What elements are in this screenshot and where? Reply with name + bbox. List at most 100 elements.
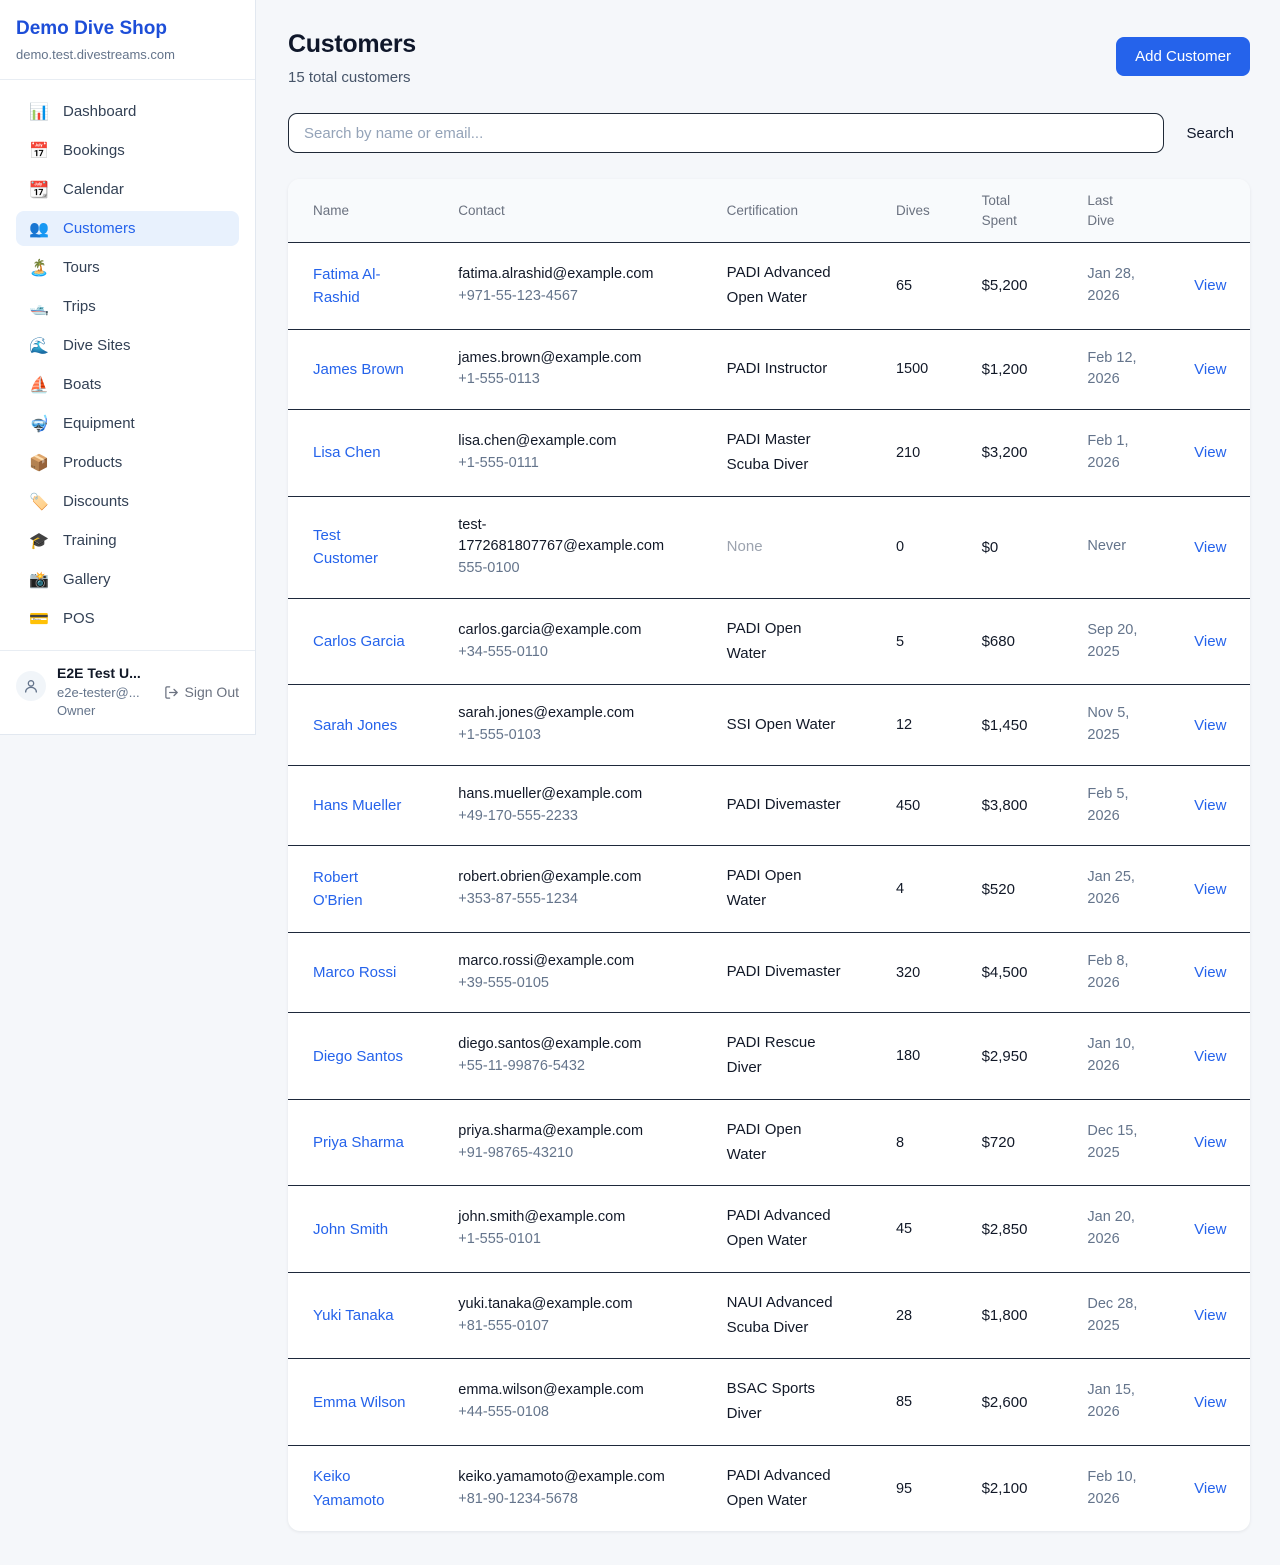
view-link[interactable]: View	[1194, 539, 1226, 556]
view-link[interactable]: View	[1194, 1480, 1226, 1497]
customer-actions-cell: View	[1194, 846, 1250, 933]
view-link[interactable]: View	[1194, 1048, 1226, 1065]
customer-name-link[interactable]: Test Customer	[313, 524, 407, 571]
customer-name-link[interactable]: Emma Wilson	[313, 1391, 406, 1414]
customer-actions-cell: View	[1194, 598, 1250, 685]
customer-total-spent-cell: $5,200	[982, 243, 1088, 330]
sidebar-item-dive-sites[interactable]: 🌊 Dive Sites	[16, 328, 239, 363]
view-link[interactable]: View	[1194, 1307, 1226, 1324]
table-row: Lisa Chen lisa.chen@example.com +1-555-0…	[288, 410, 1250, 497]
customer-name-link[interactable]: Sarah Jones	[313, 714, 397, 737]
customer-certification: PADI Advanced Open Water	[727, 1464, 845, 1514]
sidebar-item-boats[interactable]: ⛵ Boats	[16, 367, 239, 402]
customer-certification-cell: PADI Open Water	[727, 598, 896, 685]
customer-phone: +1-555-0101	[458, 1229, 716, 1251]
customer-name-cell: Sarah Jones	[288, 685, 458, 766]
customer-total-spent-cell: $520	[982, 846, 1088, 933]
customer-certification: BSAC Sports Diver	[727, 1377, 845, 1427]
table-body: Fatima Al-Rashid fatima.alrashid@example…	[288, 243, 1250, 1532]
sidebar-item-calendar[interactable]: 📆 Calendar	[16, 172, 239, 207]
sidebar-item-trips[interactable]: 🛥️ Trips	[16, 289, 239, 324]
customer-name-cell: Lisa Chen	[288, 410, 458, 497]
customer-certification: PADI Divemaster	[727, 793, 841, 818]
customer-actions-cell: View	[1194, 1186, 1250, 1273]
sidebar-item-tours[interactable]: 🏝️ Tours	[16, 250, 239, 285]
sidebar-item-customers[interactable]: 👥 Customers	[16, 211, 239, 246]
customer-phone: +55-11-99876-5432	[458, 1056, 716, 1078]
customer-dives-cell: 65	[896, 243, 982, 330]
customer-actions-cell: View	[1194, 765, 1250, 846]
sidebar-item-gallery[interactable]: 📸 Gallery	[16, 562, 239, 597]
add-customer-button[interactable]: Add Customer	[1116, 37, 1250, 76]
customer-name-link[interactable]: Priya Sharma	[313, 1131, 404, 1154]
customer-name-link[interactable]: Robert O'Brien	[313, 866, 407, 913]
customer-certification-cell: PADI Divemaster	[727, 765, 896, 846]
view-link[interactable]: View	[1194, 1394, 1226, 1411]
customer-email: john.smith@example.com	[458, 1207, 625, 1229]
customer-email: marco.rossi@example.com	[458, 951, 634, 973]
customer-name-link[interactable]: Marco Rossi	[313, 961, 396, 984]
customer-contact-cell: john.smith@example.com +1-555-0101	[458, 1186, 726, 1273]
view-link[interactable]: View	[1194, 361, 1226, 378]
view-link[interactable]: View	[1194, 717, 1226, 734]
sign-out-button[interactable]: Sign Out	[164, 684, 239, 700]
view-link[interactable]: View	[1194, 797, 1226, 814]
products-icon: 📦	[28, 453, 50, 472]
customer-total-spent-cell: $720	[982, 1099, 1088, 1186]
view-link[interactable]: View	[1194, 1221, 1226, 1238]
customer-certification-cell: PADI Advanced Open Water	[727, 243, 896, 330]
customer-name-link[interactable]: Fatima Al-Rashid	[313, 263, 407, 310]
sidebar-item-products[interactable]: 📦 Products	[16, 445, 239, 480]
customer-name-link[interactable]: Yuki Tanaka	[313, 1304, 394, 1327]
customer-name-link[interactable]: Carlos Garcia	[313, 630, 405, 653]
customer-name-cell: Priya Sharma	[288, 1099, 458, 1186]
customer-contact-cell: carlos.garcia@example.com +34-555-0110	[458, 598, 726, 685]
customer-dives-cell: 180	[896, 1013, 982, 1100]
customer-total-spent-cell: $4,500	[982, 932, 1088, 1013]
table-row: Keiko Yamamoto keiko.yamamoto@example.co…	[288, 1445, 1250, 1531]
sidebar-item-training[interactable]: 🎓 Training	[16, 523, 239, 558]
customer-name-link[interactable]: Diego Santos	[313, 1045, 403, 1068]
sidebar-nav: 📊 Dashboard 📅 Bookings 📆 Calendar 👥 Cust…	[0, 80, 255, 650]
customer-name-link[interactable]: Keiko Yamamoto	[313, 1465, 407, 1512]
customer-last-dive: Feb 8, 2026	[1087, 951, 1147, 995]
sidebar-item-bookings[interactable]: 📅 Bookings	[16, 133, 239, 168]
customer-name-link[interactable]: James Brown	[313, 358, 404, 381]
customer-name-link[interactable]: Lisa Chen	[313, 441, 381, 464]
customer-certification-cell: PADI Open Water	[727, 1099, 896, 1186]
sidebar-item-dashboard[interactable]: 📊 Dashboard	[16, 94, 239, 129]
customer-email: lisa.chen@example.com	[458, 431, 616, 453]
customer-total-spent-cell: $680	[982, 598, 1088, 685]
view-link[interactable]: View	[1194, 881, 1226, 898]
view-link[interactable]: View	[1194, 633, 1226, 650]
boats-icon: ⛵	[28, 375, 50, 394]
customer-certification: NAUI Advanced Scuba Diver	[727, 1291, 845, 1341]
customer-email: sarah.jones@example.com	[458, 703, 634, 725]
sidebar-item-equipment[interactable]: 🤿 Equipment	[16, 406, 239, 441]
search-input[interactable]	[288, 113, 1164, 153]
sidebar-item-discounts[interactable]: 🏷️ Discounts	[16, 484, 239, 519]
customer-phone: +81-555-0107	[458, 1316, 716, 1338]
user-icon	[23, 678, 39, 694]
customer-name-link[interactable]: Hans Mueller	[313, 794, 401, 817]
customers-table-card: Name Contact Certification Dives Total S…	[288, 179, 1250, 1531]
customer-name-link[interactable]: John Smith	[313, 1218, 388, 1241]
view-link[interactable]: View	[1194, 444, 1226, 461]
customer-certification-cell: PADI Instructor	[727, 329, 896, 410]
table-row: Hans Mueller hans.mueller@example.com +4…	[288, 765, 1250, 846]
customer-contact-cell: hans.mueller@example.com +49-170-555-223…	[458, 765, 726, 846]
customer-phone: +49-170-555-2233	[458, 806, 716, 828]
customer-last-dive: Dec 15, 2025	[1087, 1121, 1147, 1165]
customer-certification: PADI Open Water	[727, 617, 845, 667]
view-link[interactable]: View	[1194, 1134, 1226, 1151]
sidebar-item-pos[interactable]: 💳 POS	[16, 601, 239, 636]
customer-total-spent-cell: $3,200	[982, 410, 1088, 497]
search-button[interactable]: Search	[1170, 117, 1250, 150]
view-link[interactable]: View	[1194, 277, 1226, 294]
customer-certification-cell: PADI Rescue Diver	[727, 1013, 896, 1100]
customer-certification: PADI Open Water	[727, 864, 845, 914]
customer-phone: +1-555-0103	[458, 725, 716, 747]
view-link[interactable]: View	[1194, 964, 1226, 981]
customer-email: test-1772681807767@example.com	[458, 515, 666, 559]
tours-icon: 🏝️	[28, 258, 50, 277]
